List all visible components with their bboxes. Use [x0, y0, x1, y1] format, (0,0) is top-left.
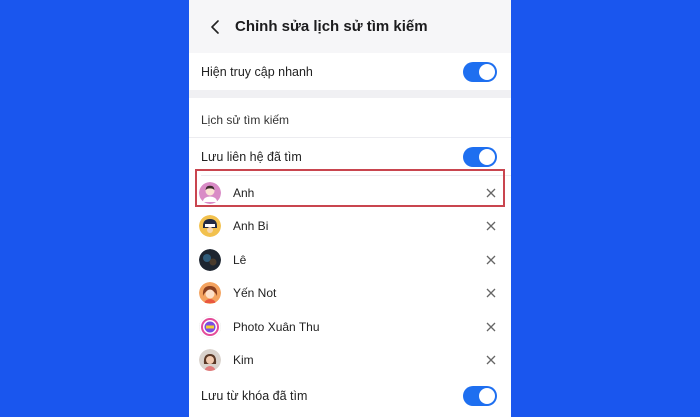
close-icon[interactable]	[485, 354, 497, 366]
dark-photo-avatar	[199, 248, 221, 271]
contact-item[interactable]: Photo Xuân Thu	[189, 310, 511, 344]
girl-avatar	[199, 282, 221, 305]
history-section-title: Lịch sử tìm kiếm	[189, 98, 511, 138]
toggle-knob	[479, 388, 495, 404]
save-keywords-label: Lưu từ khóa đã tìm	[201, 389, 308, 403]
contact-item[interactable]: Yến Not	[189, 277, 511, 311]
phone-screen: Chỉnh sửa lịch sử tìm kiếm Hiện truy cập…	[189, 0, 511, 417]
contact-item[interactable]: Anh Bi	[189, 210, 511, 244]
masked-hero-avatar	[199, 215, 221, 238]
save-contacts-label: Lưu liên hệ đã tìm	[201, 149, 302, 164]
save-contacts-toggle[interactable]	[463, 146, 497, 167]
section-gap	[189, 90, 511, 98]
header: Chỉnh sửa lịch sử tìm kiếm	[189, 0, 511, 53]
woman-photo-avatar	[199, 349, 221, 372]
contact-name: Kim	[233, 353, 254, 368]
contact-name: Lê	[233, 252, 247, 267]
pink-person-avatar	[199, 181, 221, 204]
toggle-knob	[479, 63, 495, 80]
quick-access-label: Hiện truy cập nhanh	[201, 64, 313, 79]
contact-item[interactable]: Lê	[189, 243, 511, 277]
page-title: Chỉnh sửa lịch sử tìm kiếm	[235, 18, 428, 35]
save-contacts-row: Lưu liên hệ đã tìm	[189, 138, 511, 175]
contact-name: Anh Bi	[233, 219, 269, 234]
chevron-left-icon[interactable]	[195, 0, 235, 53]
save-keywords-row: Lưu từ khóa đã tìm	[189, 377, 511, 415]
history-section-label: Lịch sử tìm kiếm	[201, 113, 290, 127]
quick-access-toggle[interactable]	[463, 61, 497, 82]
toggle-knob	[479, 148, 495, 165]
close-icon[interactable]	[485, 321, 497, 333]
contact-item[interactable]: Anh	[189, 176, 511, 210]
contact-item[interactable]: Kim	[189, 344, 511, 378]
close-icon[interactable]	[485, 254, 497, 266]
close-icon[interactable]	[485, 187, 497, 199]
contact-name: Yến Not	[233, 286, 277, 301]
quick-access-row: Hiện truy cập nhanh	[189, 53, 511, 90]
contact-name: Photo Xuân Thu	[233, 319, 320, 334]
contact-name: Anh	[233, 185, 255, 200]
close-icon[interactable]	[485, 287, 497, 299]
colorful-logo-avatar	[199, 315, 221, 338]
save-keywords-toggle[interactable]	[463, 386, 497, 406]
close-icon[interactable]	[485, 220, 497, 232]
